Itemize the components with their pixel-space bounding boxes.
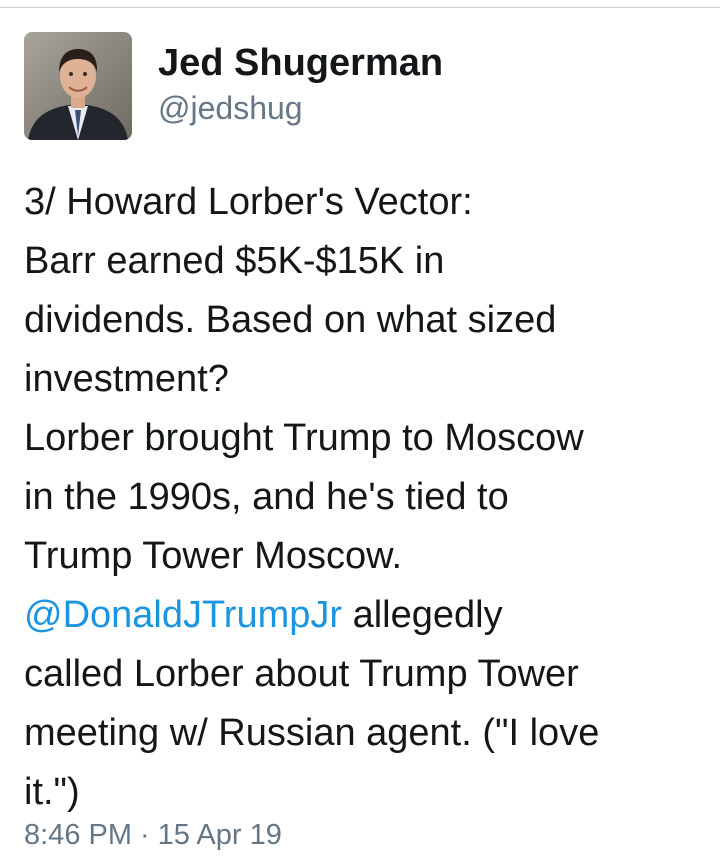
tweet-line: meeting w/ Russian agent. ("I love	[24, 712, 600, 754]
author-handle[interactable]: @jedshug	[158, 88, 443, 128]
tweet-time: 8:46 PM	[24, 819, 132, 851]
tweet-line-with-mention: @DonaldJTrumpJr allegedly	[24, 586, 700, 645]
tweet-date: 15 Apr 19	[157, 819, 282, 851]
timestamp-separator: ·	[140, 819, 150, 851]
tweet-line: in the 1990s, and he's tied to	[24, 476, 509, 518]
tweet-line: Barr earned $5K-$15K in	[24, 240, 445, 282]
mention-link[interactable]: @DonaldJTrumpJr	[24, 594, 342, 636]
tweet-line: dividends. Based on what sized	[24, 299, 557, 341]
author-names: Jed Shugerman @jedshug	[158, 40, 443, 128]
top-divider	[0, 0, 720, 8]
author-display-name[interactable]: Jed Shugerman	[158, 40, 443, 86]
tweet-line: called Lorber about Trump Tower	[24, 653, 579, 695]
profile-photo-icon	[24, 32, 132, 140]
avatar[interactable]	[24, 32, 132, 140]
tweet-line: Trump Tower Moscow.	[24, 535, 402, 577]
tweet-line: Lorber brought Trump to Moscow	[24, 417, 584, 459]
tweet-line: 3/ Howard Lorber's Vector:	[24, 181, 473, 223]
tweet-timestamp[interactable]: 8:46 PM · 15 Apr 19	[24, 817, 282, 853]
tweet-header: Jed Shugerman @jedshug	[24, 32, 704, 140]
tweet-line: it.")	[24, 771, 80, 813]
tweet-line: investment?	[24, 358, 229, 400]
tweet-text: 3/ Howard Lorber's Vector: Barr earned $…	[24, 173, 700, 822]
tweet-line-tail: allegedly	[342, 594, 503, 636]
